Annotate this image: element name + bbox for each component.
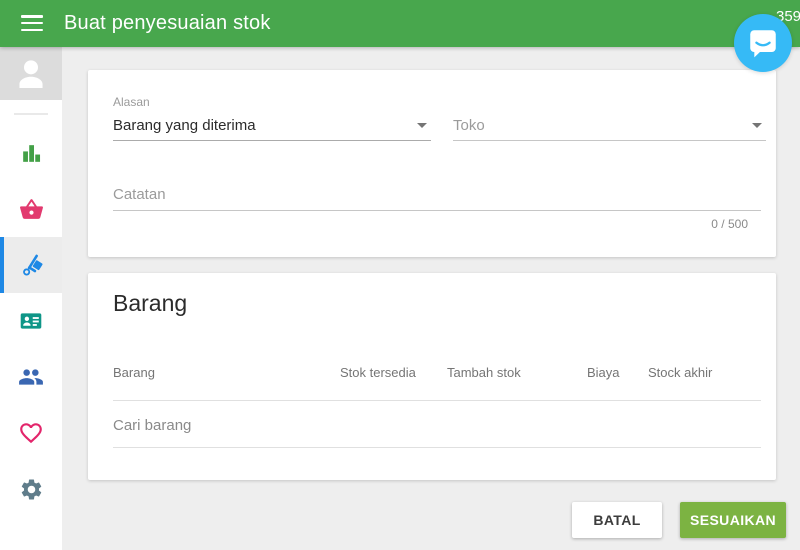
column-header-biaya: Biaya [587,365,620,380]
items-card: Barang Barang Stok tersedia Tambah stok … [88,273,776,480]
heart-icon [18,420,44,446]
column-header-barang: Barang [113,365,155,380]
store-select[interactable]: Toko [453,110,766,141]
chat-fab[interactable] [734,14,792,72]
sidebar-item-sales[interactable] [0,181,62,237]
hand-truck-icon [18,252,44,278]
avatar[interactable] [0,47,62,100]
items-card-title: Barang [113,290,187,317]
app-bar: Buat penyesuaian stok 359 [0,0,800,47]
contact-card-icon [18,308,44,334]
column-header-stock-akhir: Stock akhir [648,365,712,380]
shopping-basket-icon [19,197,44,222]
column-header-stok-tersedia: Stok tersedia [340,365,416,380]
sidebar [0,47,62,550]
sidebar-nav [0,125,62,517]
bar-chart-icon [19,141,44,166]
reason-label: Alasan [113,95,150,109]
reason-select[interactable]: Barang yang diterima [113,110,431,141]
note-input[interactable] [113,178,761,211]
submit-button[interactable]: SESUAIKAN [680,502,786,538]
chevron-down-icon [752,123,762,128]
store-select-placeholder: Toko [453,117,485,134]
sidebar-item-favorites[interactable] [0,405,62,461]
cancel-button[interactable]: BATAL [572,502,662,538]
app-root: Buat penyesuaian stok 359 [0,0,800,550]
sidebar-divider [14,113,48,115]
avatar-person-icon [10,53,52,95]
sidebar-item-contacts[interactable] [0,293,62,349]
chat-bubble-icon [745,25,781,61]
people-icon [18,364,44,390]
sidebar-item-settings[interactable] [0,461,62,517]
char-counter: 0 / 500 [711,217,748,231]
column-header-tambah-stok: Tambah stok [447,365,521,380]
item-search-input[interactable] [113,409,761,441]
chevron-down-icon [417,123,427,128]
table-divider [113,447,761,448]
hamburger-menu-icon[interactable] [21,15,43,32]
sidebar-item-dashboard[interactable] [0,125,62,181]
table-divider [113,400,761,401]
reason-select-value: Barang yang diterima [113,117,256,134]
gear-icon [19,477,44,502]
sidebar-item-stock[interactable] [0,237,62,293]
sidebar-item-customers[interactable] [0,349,62,405]
page-title: Buat penyesuaian stok [64,12,271,35]
adjustment-form-card: Alasan Barang yang diterima Toko 0 / 500 [88,70,776,257]
